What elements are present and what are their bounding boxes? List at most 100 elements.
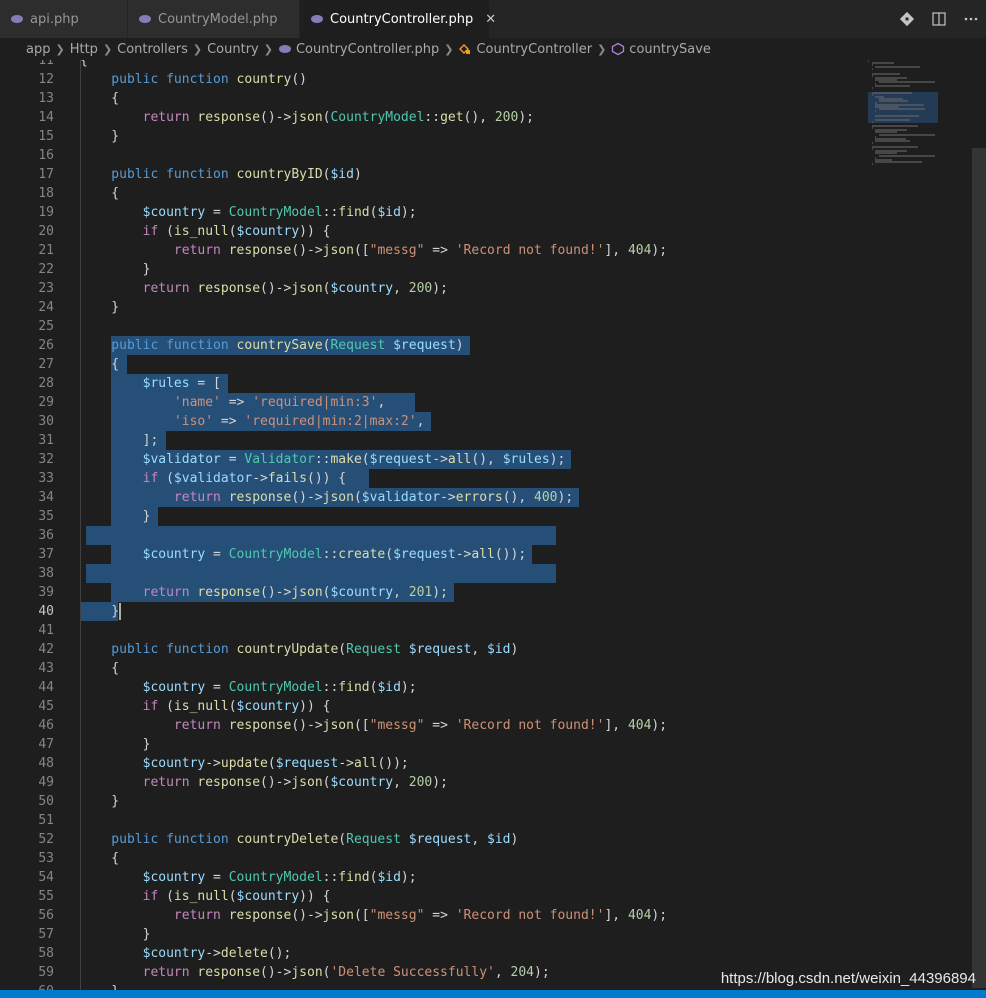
code-line[interactable]: 12 public function country() bbox=[0, 70, 986, 89]
code-line[interactable]: 52 public function countryDelete(Request… bbox=[0, 830, 986, 849]
code-token: make bbox=[330, 452, 362, 467]
scrollbar[interactable] bbox=[972, 148, 986, 988]
breadcrumb-item[interactable]: Http bbox=[70, 42, 98, 57]
minimap-line bbox=[875, 114, 920, 117]
code-line[interactable]: 22 } bbox=[0, 260, 986, 279]
code-token: $request bbox=[408, 832, 472, 847]
code-text: public function countrySave(Request $req… bbox=[80, 336, 463, 355]
close-icon[interactable]: ✕ bbox=[485, 12, 496, 27]
code-line[interactable]: 29 'name' => 'required|min:3', bbox=[0, 393, 986, 412]
code-line[interactable]: 24 } bbox=[0, 298, 986, 317]
minimap-line bbox=[871, 68, 873, 71]
code-line[interactable]: 30 'iso' => 'required|min:2|max:2', bbox=[0, 412, 986, 431]
code-line[interactable]: 36 bbox=[0, 526, 986, 545]
code-line[interactable]: 57 } bbox=[0, 925, 986, 944]
line-number: 37 bbox=[38, 547, 54, 562]
breadcrumb-item[interactable]: app bbox=[26, 42, 50, 57]
code-line[interactable]: 54 $country = CountryModel::find($id); bbox=[0, 868, 986, 887]
code-token: CountryModel bbox=[228, 870, 323, 885]
line-number: 12 bbox=[38, 72, 54, 87]
code-line[interactable]: 46 return response()->json(["messg" => '… bbox=[0, 716, 986, 735]
git-compare-icon[interactable] bbox=[898, 10, 916, 28]
code-line[interactable]: 15 } bbox=[0, 127, 986, 146]
code-token: { bbox=[80, 661, 120, 676]
code-token: , bbox=[494, 965, 511, 980]
code-line[interactable]: 35 } bbox=[0, 507, 986, 526]
method-icon bbox=[611, 42, 625, 56]
code-token: )) { bbox=[299, 699, 331, 714]
code-token: json bbox=[322, 490, 354, 505]
code-token: $request bbox=[275, 756, 339, 771]
code-line[interactable]: 31 ]; bbox=[0, 431, 986, 450]
line-number: 60 bbox=[0, 982, 54, 990]
code-line[interactable]: 48 $country->update($request->all()); bbox=[0, 754, 986, 773]
tab-bar: api.php CountryModel.php CountryControll… bbox=[0, 0, 986, 38]
more-actions-icon[interactable] bbox=[962, 10, 980, 28]
minimap-line bbox=[875, 139, 911, 142]
code-line[interactable]: 34 return response()->json($validator->e… bbox=[0, 488, 986, 507]
code-line[interactable]: 42 public function countryUpdate(Request… bbox=[0, 640, 986, 659]
code-token: } bbox=[80, 509, 151, 524]
code-line[interactable]: 43 { bbox=[0, 659, 986, 678]
code-token: => bbox=[424, 718, 456, 733]
breadcrumb-item[interactable]: Country bbox=[207, 42, 259, 57]
code-line[interactable]: 39 return response()->json($country, 201… bbox=[0, 583, 986, 602]
code-line[interactable]: 26 public function countrySave(Request $… bbox=[0, 336, 986, 355]
code-text: public function countryByID($id) bbox=[80, 165, 361, 184]
tab-api-php[interactable]: api.php bbox=[0, 0, 128, 38]
minimap-line bbox=[875, 110, 877, 113]
code-token: $id bbox=[377, 680, 401, 695]
code-line[interactable]: 56 return response()->json(["messg" => '… bbox=[0, 906, 986, 925]
code-token: 'Delete Successfully' bbox=[330, 965, 495, 980]
code-token: 200 bbox=[494, 110, 519, 125]
code-line[interactable]: 47 } bbox=[0, 735, 986, 754]
code-line[interactable]: 58 $country->delete(); bbox=[0, 944, 986, 963]
code-text: return response()->json(["messg" => 'Rec… bbox=[80, 716, 667, 735]
code-line[interactable]: 14 return response()->json(CountryModel:… bbox=[0, 108, 986, 127]
code-line[interactable]: 25 bbox=[0, 317, 986, 336]
code-text: { bbox=[80, 60, 88, 70]
breadcrumb-item[interactable]: Controllers bbox=[117, 42, 188, 57]
code-token: response bbox=[197, 281, 261, 296]
code-token: 404 bbox=[627, 243, 652, 258]
tab-country-model-php[interactable]: CountryModel.php bbox=[128, 0, 300, 38]
code-line[interactable]: 19 $country = CountryModel::find($id); bbox=[0, 203, 986, 222]
code-line[interactable]: 38 bbox=[0, 564, 986, 583]
code-line[interactable]: 13 { bbox=[0, 89, 986, 108]
code-line[interactable]: 51 bbox=[0, 811, 986, 830]
code-line[interactable]: 49 return response()->json($country, 200… bbox=[0, 773, 986, 792]
code-line[interactable]: 37 $country = CountryModel::create($requ… bbox=[0, 545, 986, 564]
tab-country-controller-php[interactable]: CountryController.php ✕ bbox=[300, 0, 496, 38]
code-line[interactable]: 53 { bbox=[0, 849, 986, 868]
line-number: 22 bbox=[38, 262, 54, 277]
code-line[interactable]: 55 if (is_null($country)) { bbox=[0, 887, 986, 906]
code-line[interactable]: 17 public function countryByID($id) bbox=[0, 165, 986, 184]
code-line[interactable]: 23 return response()->json($country, 200… bbox=[0, 279, 986, 298]
code-line[interactable]: 50 } bbox=[0, 792, 986, 811]
code-token: ) bbox=[510, 642, 519, 657]
code-line[interactable]: 27 { bbox=[0, 355, 986, 374]
code-editor[interactable]: 11{12 public function country() 13 {14 re… bbox=[0, 60, 986, 990]
code-line[interactable]: 21 return response()->json(["messg" => '… bbox=[0, 241, 986, 260]
breadcrumb-item[interactable]: CountryController.php bbox=[296, 42, 439, 57]
split-editor-icon[interactable] bbox=[930, 10, 948, 28]
code-token: ); bbox=[549, 452, 566, 467]
minimap[interactable] bbox=[866, 60, 966, 990]
breadcrumb-item[interactable]: CountryController bbox=[476, 42, 592, 57]
code-line[interactable]: 18 { bbox=[0, 184, 986, 203]
code-line[interactable]: 16 bbox=[0, 146, 986, 165]
php-file-icon bbox=[310, 12, 324, 26]
code-token: return bbox=[80, 281, 198, 296]
code-line[interactable]: 11 { bbox=[0, 60, 986, 70]
code-line[interactable]: 45 if (is_null($country)) { bbox=[0, 697, 986, 716]
code-line[interactable]: 33 if ($validator->fails()) { bbox=[0, 469, 986, 488]
code-line[interactable]: 44 $country = CountryModel::find($id); bbox=[0, 678, 986, 697]
breadcrumb-item[interactable]: countrySave bbox=[629, 42, 711, 57]
code-line[interactable]: 40 } bbox=[0, 602, 986, 621]
code-text: $validator = Validator::make($request->a… bbox=[80, 450, 566, 469]
code-line[interactable]: 20 if (is_null($country)) { bbox=[0, 222, 986, 241]
code-line[interactable]: 28 $rules = [ bbox=[0, 374, 986, 393]
code-line[interactable]: 41 bbox=[0, 621, 986, 640]
code-line[interactable]: 32 $validator = Validator::make($request… bbox=[0, 450, 986, 469]
code-token: return bbox=[80, 585, 198, 600]
